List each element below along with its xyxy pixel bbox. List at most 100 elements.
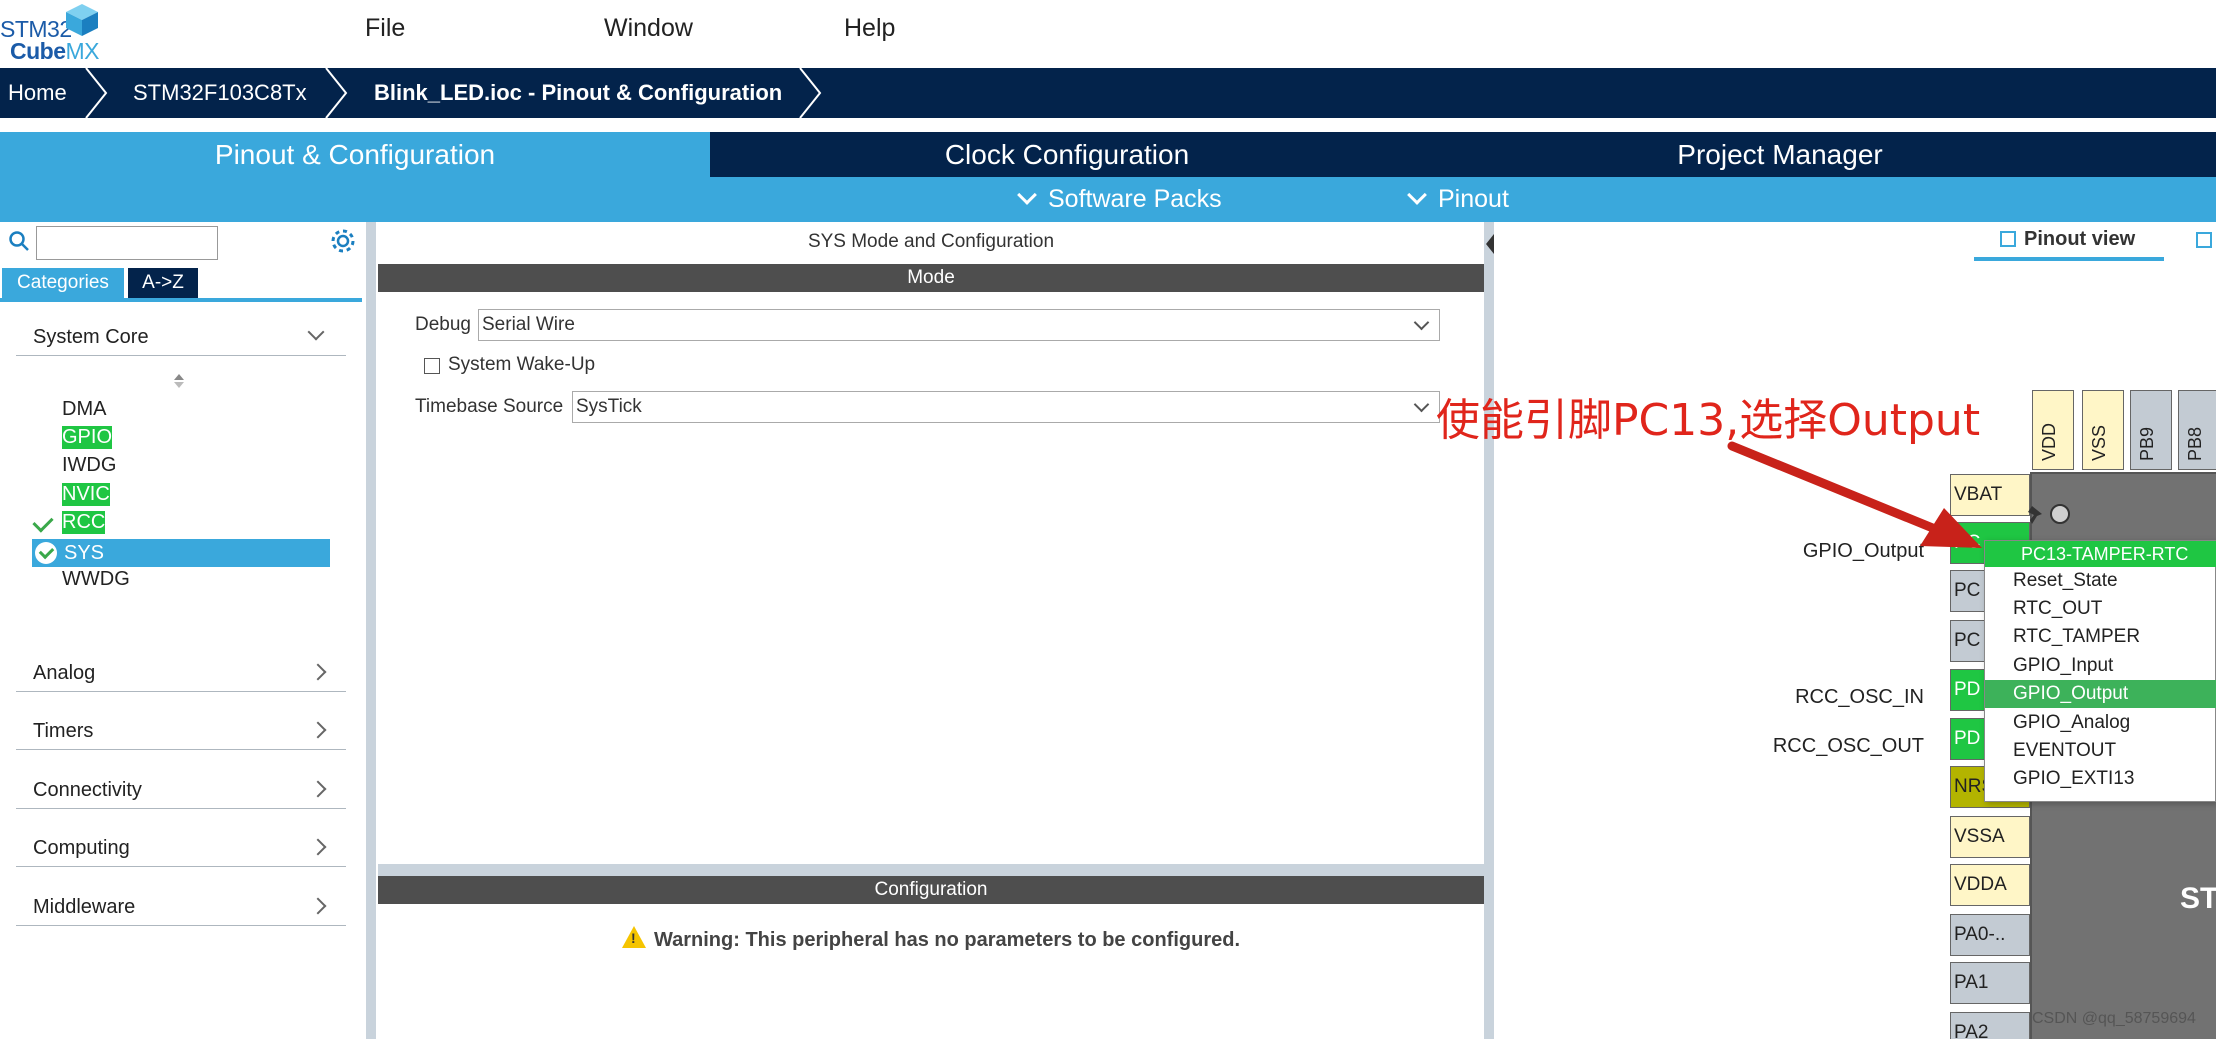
- sort-icon[interactable]: [172, 372, 186, 390]
- sys-config-panel: SYS Mode and Configuration Mode Debug Se…: [378, 222, 1484, 1039]
- warning-message: Warning: This peripheral has no paramete…: [378, 924, 1484, 952]
- pin-vssa[interactable]: VSSA: [1950, 816, 2030, 858]
- mode-header: Mode: [378, 264, 1484, 292]
- category-underline: [0, 298, 362, 302]
- tab-clock-configuration[interactable]: Clock Configuration: [712, 132, 1422, 177]
- categories-panel: Categories A->Z System Core DMA GPIO IWD…: [0, 222, 366, 1039]
- tab-project-manager[interactable]: Project Manager: [1424, 132, 2136, 177]
- menu-item-gpio-input[interactable]: GPIO_Input: [1985, 652, 2216, 680]
- menu-help[interactable]: Help: [844, 14, 895, 43]
- chevron-right-icon: [309, 663, 327, 681]
- timebase-select[interactable]: SysTick: [572, 391, 1440, 423]
- core-item-iwdg[interactable]: IWDG: [62, 454, 116, 477]
- pin-function-menu: PC13-TAMPER-RTC Reset_State RTC_OUT RTC_…: [1984, 540, 2216, 802]
- software-packs-menu[interactable]: Software Packs: [1017, 185, 1222, 214]
- chip-label: ST: [2180, 882, 2216, 915]
- chevron-right-icon: [325, 68, 348, 118]
- panel-divider[interactable]: [1484, 222, 1494, 1039]
- pin-label-rcc-osc-out: RCC_OSC_OUT: [1772, 735, 1924, 757]
- main-tabs: Pinout & Configuration Clock Configurati…: [0, 132, 2216, 177]
- system-wakeup-checkbox[interactable]: [424, 358, 440, 374]
- pinout-view-button[interactable]: Pinout view: [2000, 228, 2135, 251]
- chip-icon: [2000, 231, 2016, 247]
- pin-label-rcc-osc-in: RCC_OSC_IN: [1795, 686, 1924, 708]
- checkmark-icon: [32, 511, 54, 533]
- menu-bar: STM32 CubeMX File Window Help: [0, 0, 2216, 68]
- tab-a-z[interactable]: A->Z: [128, 268, 198, 298]
- breadcrumb: Home STM32F103C8Tx Blink_LED.ioc - Pinou…: [0, 68, 2216, 118]
- warning-icon: [621, 926, 646, 948]
- popup-title: PC13-TAMPER-RTC: [1985, 541, 2216, 567]
- core-item-wwdg[interactable]: WWDG: [62, 568, 130, 591]
- menu-item-gpio-analog[interactable]: GPIO_Analog: [1985, 709, 2216, 737]
- menu-window[interactable]: Window: [604, 14, 693, 43]
- chevron-down-icon: [1413, 396, 1430, 413]
- pin-vdda[interactable]: VDDA: [1950, 864, 2030, 906]
- tab-pinout-configuration[interactable]: Pinout & Configuration: [0, 132, 710, 177]
- sub-toolbar: Software Packs Pinout: [0, 177, 2216, 222]
- chevron-right-icon: [309, 838, 327, 856]
- stm32cubemx-logo: STM32 CubeMX: [0, 2, 110, 64]
- gear-icon[interactable]: [330, 228, 356, 254]
- group-computing[interactable]: Computing: [16, 831, 346, 867]
- pin1-marker: [2050, 504, 2070, 524]
- chevron-right-icon: [85, 68, 108, 118]
- configuration-header: Configuration: [378, 876, 1484, 904]
- core-item-rcc[interactable]: RCC: [62, 511, 106, 534]
- panel-title: SYS Mode and Configuration: [807, 231, 1055, 252]
- core-item-gpio[interactable]: GPIO: [62, 426, 113, 449]
- pin-vss[interactable]: VSS: [2082, 390, 2124, 470]
- pin-pb8[interactable]: PB8: [2178, 390, 2216, 470]
- menu-file[interactable]: File: [365, 14, 405, 43]
- cube-icon: [66, 4, 98, 36]
- panel-divider[interactable]: [366, 222, 376, 1039]
- breadcrumb-mcu[interactable]: STM32F103C8Tx: [133, 80, 307, 106]
- menu-item-reset-state[interactable]: Reset_State: [1985, 567, 2216, 595]
- tab-categories[interactable]: Categories: [2, 268, 124, 298]
- breadcrumb-home[interactable]: Home: [8, 80, 67, 106]
- chevron-right-icon: [799, 68, 822, 118]
- pin-pa2[interactable]: PA2: [1950, 1012, 2030, 1039]
- chevron-right-icon: [309, 897, 327, 915]
- tab-overflow: [2138, 132, 2216, 177]
- debug-label: Debug: [415, 314, 471, 335]
- watermark: CSDN @qq_58759694: [2032, 1010, 2196, 1027]
- menu-item-rtc-tamper[interactable]: RTC_TAMPER: [1985, 623, 2216, 651]
- pin-vdd[interactable]: VDD: [2032, 390, 2074, 470]
- collapse-icon[interactable]: [1486, 234, 1494, 254]
- pin-pb9[interactable]: PB9: [2130, 390, 2172, 470]
- core-item-nvic[interactable]: NVIC: [62, 483, 110, 506]
- menu-item-rtc-out[interactable]: RTC_OUT: [1985, 595, 2216, 623]
- pin-pa0[interactable]: PA0-..: [1950, 914, 2030, 956]
- chevron-down-icon: [1413, 314, 1430, 331]
- timebase-label: Timebase Source: [415, 396, 564, 417]
- pin-pa1[interactable]: PA1: [1950, 962, 2030, 1004]
- group-middleware[interactable]: Middleware: [16, 890, 346, 926]
- check-circle-icon: [35, 542, 57, 564]
- pinout-view-underline: [1974, 257, 2164, 261]
- search-input[interactable]: [36, 226, 218, 260]
- menu-item-gpio-output[interactable]: GPIO_Output: [1985, 680, 2216, 708]
- debug-select[interactable]: Serial Wire: [478, 309, 1440, 341]
- pinout-menu[interactable]: Pinout: [1407, 185, 1509, 214]
- group-analog[interactable]: Analog: [16, 656, 346, 692]
- chevron-right-icon: [309, 721, 327, 739]
- search-icon: [9, 231, 29, 251]
- group-connectivity[interactable]: Connectivity: [16, 773, 346, 809]
- chevron-down-icon: [307, 323, 325, 341]
- group-timers[interactable]: Timers: [16, 714, 346, 750]
- annotation-arrow-icon: [1727, 441, 1982, 548]
- breadcrumb-project[interactable]: Blink_LED.ioc - Pinout & Configuration: [374, 80, 782, 106]
- pinout-view-panel: Pinout view VDD VSS PB9 PB8 ST VBAT PC P…: [1494, 222, 2216, 1039]
- chevron-right-icon: [309, 780, 327, 798]
- core-item-dma[interactable]: DMA: [62, 398, 106, 421]
- menu-item-gpio-exti13[interactable]: GPIO_EXTI13: [1985, 765, 2216, 793]
- pin-lock-icon: [2028, 506, 2042, 524]
- system-wakeup-label: System Wake-Up: [448, 354, 596, 375]
- menu-item-eventout[interactable]: EVENTOUT: [1985, 737, 2216, 765]
- system-view-icon[interactable]: [2196, 232, 2212, 248]
- chevron-down-icon: [1017, 185, 1037, 205]
- group-system-core[interactable]: System Core: [16, 320, 346, 356]
- chevron-down-icon: [1407, 185, 1427, 205]
- core-item-sys[interactable]: SYS: [32, 539, 330, 567]
